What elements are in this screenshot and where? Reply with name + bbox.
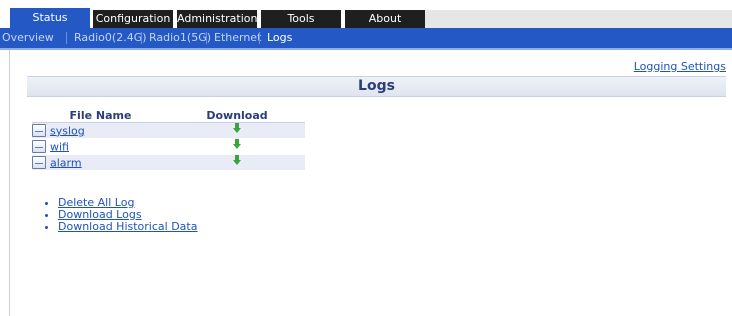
download-arrow-icon[interactable] (233, 139, 241, 149)
download-cell (169, 154, 305, 170)
top-tab-bar: Status Configuration Administration Tool… (0, 0, 732, 28)
subnav-separator (206, 32, 207, 44)
file-icon (32, 140, 46, 154)
download-arrow-icon[interactable] (233, 123, 241, 133)
sub-navigation: Overview Radio0(2.4G) Radio1(5G) Etherne… (0, 28, 732, 48)
file-icon (32, 124, 46, 138)
tab-about[interactable]: About (345, 10, 425, 28)
file-name-cell: alarm (32, 154, 169, 170)
file-name-cell: syslog (32, 122, 169, 139)
subnav-separator (259, 32, 260, 44)
file-link-wifi[interactable]: wifi (50, 140, 69, 153)
column-header-file-name: File Name (32, 109, 169, 123)
subnav-radio0[interactable]: Radio0(2.4G) (74, 28, 147, 48)
tab-configuration[interactable]: Configuration (93, 10, 173, 28)
subnav-logs[interactable]: Logs (267, 28, 292, 48)
download-cell (169, 138, 305, 155)
log-files-table: File Name Download syslog wifi alarm (32, 109, 305, 170)
page-title-bar: Logs (27, 76, 726, 97)
table-header: File Name Download (32, 109, 305, 123)
tab-status[interactable]: Status (10, 8, 90, 28)
download-historical-data-link[interactable]: Download Historical Data (58, 220, 197, 233)
logging-settings-link[interactable]: Logging Settings (634, 60, 726, 73)
subnav-underline (0, 48, 732, 50)
page-title: Logs (358, 78, 395, 94)
file-link-syslog[interactable]: syslog (50, 124, 85, 137)
table-row: syslog (32, 122, 305, 139)
subnav-ethernet[interactable]: Ethernet (214, 28, 261, 48)
content-border (9, 50, 10, 316)
tab-administration[interactable]: Administration (177, 10, 258, 28)
subnav-overview[interactable]: Overview (2, 28, 54, 48)
column-header-download: Download (169, 109, 305, 123)
subnav-separator (141, 32, 142, 44)
file-icon (32, 156, 46, 170)
tab-bar-filler (425, 10, 732, 28)
log-actions-list: Delete All Log Download Logs Download Hi… (46, 197, 197, 233)
subnav-radio1[interactable]: Radio1(5G) (149, 28, 211, 48)
table-row: wifi (32, 138, 305, 155)
file-name-cell: wifi (32, 138, 169, 155)
tab-tools[interactable]: Tools (261, 10, 341, 28)
download-cell (169, 122, 305, 139)
download-arrow-icon[interactable] (233, 155, 241, 165)
subnav-separator (66, 32, 67, 44)
file-link-alarm[interactable]: alarm (50, 156, 82, 169)
table-row: alarm (32, 154, 305, 170)
list-item: Download Historical Data (58, 221, 197, 233)
